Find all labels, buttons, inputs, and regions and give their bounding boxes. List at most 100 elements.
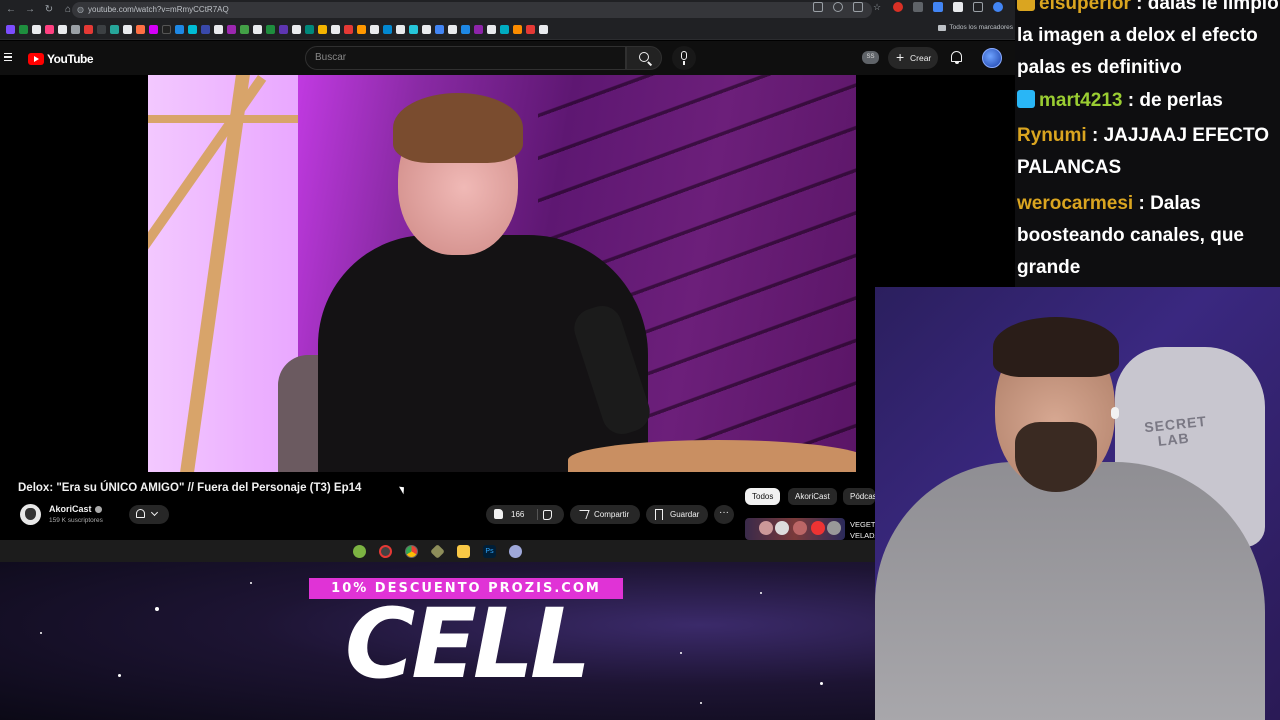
taskbar-app-icon[interactable] bbox=[353, 544, 366, 558]
star-icon[interactable]: ☆ bbox=[873, 2, 883, 12]
bookmark-icon[interactable] bbox=[136, 25, 145, 34]
profile-icon[interactable] bbox=[993, 2, 1003, 12]
bookmark-icon[interactable] bbox=[97, 25, 106, 34]
bookmark-icon[interactable] bbox=[396, 25, 405, 34]
share-button[interactable]: Compartir bbox=[570, 505, 640, 524]
bookmark-icon[interactable] bbox=[331, 25, 340, 34]
bookmark-icon[interactable] bbox=[305, 25, 314, 34]
reload-icon[interactable]: ↻ bbox=[41, 2, 57, 18]
bookmark-icon[interactable] bbox=[240, 25, 249, 34]
subscription-bell-button[interactable] bbox=[129, 505, 169, 524]
chip-todos[interactable]: Todos bbox=[745, 488, 781, 505]
search-button[interactable] bbox=[626, 46, 662, 70]
bookmark-icon[interactable] bbox=[84, 25, 93, 34]
site-info-icon[interactable]: ◍ bbox=[77, 2, 84, 18]
related-video-title[interactable]: VEGETTA VELADA bbox=[850, 519, 876, 541]
bookmark-icon[interactable] bbox=[266, 25, 275, 34]
youtube-logo[interactable]: YouTube bbox=[28, 52, 94, 66]
file-explorer-icon[interactable] bbox=[457, 544, 470, 558]
microphone-icon bbox=[681, 51, 687, 65]
related-face bbox=[759, 521, 773, 535]
related-face bbox=[827, 521, 841, 535]
bookmark-icon[interactable] bbox=[45, 25, 54, 34]
dislike-icon[interactable] bbox=[543, 510, 552, 520]
create-label: Crear bbox=[910, 53, 932, 63]
photoshop-icon[interactable]: Ps bbox=[483, 544, 496, 558]
share-page-icon[interactable] bbox=[853, 2, 863, 12]
more-actions-button[interactable]: ··· bbox=[714, 505, 734, 524]
plus-icon: + bbox=[896, 49, 905, 65]
bookmark-icon[interactable] bbox=[227, 25, 236, 34]
bookmark-icon[interactable] bbox=[71, 25, 80, 34]
notifications-icon[interactable] bbox=[951, 51, 962, 64]
bookmark-icon[interactable] bbox=[149, 25, 158, 34]
search-input[interactable]: Buscar bbox=[305, 46, 626, 70]
video-player[interactable] bbox=[148, 75, 856, 472]
channel-avatar[interactable] bbox=[20, 504, 41, 525]
create-button[interactable]: + Crear bbox=[888, 47, 938, 69]
bookmark-icon[interactable] bbox=[279, 25, 288, 34]
bookmark-icon[interactable] bbox=[32, 25, 41, 34]
bookmark-icon[interactable] bbox=[461, 25, 470, 34]
bookmark-icon[interactable] bbox=[162, 25, 171, 34]
bookmark-icon[interactable] bbox=[383, 25, 392, 34]
bookmark-icon[interactable] bbox=[487, 25, 496, 34]
account-avatar[interactable] bbox=[982, 48, 1002, 68]
bookmark-icon[interactable] bbox=[318, 25, 327, 34]
menu-icon[interactable] bbox=[4, 53, 12, 63]
save-button[interactable]: Guardar bbox=[646, 505, 708, 524]
save-label: Guardar bbox=[670, 510, 700, 519]
bookmark-icon[interactable] bbox=[188, 25, 197, 34]
earbud bbox=[1111, 407, 1119, 419]
related-video-thumbnail[interactable] bbox=[745, 518, 845, 540]
screenshot-icon[interactable] bbox=[813, 2, 823, 12]
channel-name[interactable]: AkoriCast bbox=[49, 504, 102, 514]
bookmark-icon[interactable] bbox=[292, 25, 301, 34]
chip-akoricast[interactable]: AkoriCast bbox=[788, 488, 837, 505]
bookmark-icon[interactable] bbox=[58, 25, 67, 34]
bookmark-icon[interactable] bbox=[422, 25, 431, 34]
forward-icon[interactable]: → bbox=[22, 2, 38, 18]
back-icon[interactable]: ← bbox=[3, 2, 19, 18]
extension-red-icon[interactable] bbox=[893, 2, 903, 12]
chrome-icon[interactable] bbox=[405, 544, 418, 558]
bookmark-icon[interactable] bbox=[370, 25, 379, 34]
bookmark-icon[interactable] bbox=[253, 25, 262, 34]
bookmark-icon[interactable] bbox=[344, 25, 353, 34]
bookmark-icon[interactable] bbox=[6, 25, 15, 34]
chip-podcasts[interactable]: Pódcasts bbox=[843, 488, 875, 505]
address-bar[interactable]: ◍ youtube.com/watch?v=mRmyCCtR7AQ bbox=[72, 2, 872, 18]
video-title: Delox: "Era su ÚNICO AMIGO" // Fuera del… bbox=[18, 482, 362, 494]
bookmark-icon[interactable] bbox=[123, 25, 132, 34]
taskbar-app-icon[interactable] bbox=[509, 544, 522, 558]
bookmark-icon[interactable] bbox=[357, 25, 366, 34]
bookmark-icon[interactable] bbox=[409, 25, 418, 34]
bookmark-icon[interactable] bbox=[214, 25, 223, 34]
extension-blue-icon[interactable] bbox=[933, 2, 943, 12]
chat-username: mart4213 bbox=[1039, 90, 1123, 111]
bookmark-icon[interactable] bbox=[513, 25, 522, 34]
bookmark-icon[interactable] bbox=[435, 25, 444, 34]
zoom-icon[interactable] bbox=[833, 2, 843, 12]
puzzle-icon[interactable] bbox=[973, 2, 983, 12]
like-icon[interactable] bbox=[494, 509, 503, 519]
bookmark-icon[interactable] bbox=[110, 25, 119, 34]
bookmark-icon[interactable] bbox=[175, 25, 184, 34]
ss-extension-badge[interactable]: SS bbox=[862, 51, 879, 64]
bookmark-icon[interactable] bbox=[448, 25, 457, 34]
bookmark-icon[interactable] bbox=[539, 25, 548, 34]
bookmark-icon[interactable] bbox=[201, 25, 210, 34]
like-count[interactable]: 166 bbox=[511, 505, 524, 524]
taskbar-app-icon[interactable] bbox=[379, 544, 392, 558]
extension-white-icon[interactable] bbox=[953, 2, 963, 12]
all-bookmarks-folder[interactable]: Todos los marcadores bbox=[938, 24, 1013, 31]
bookmark-icon[interactable] bbox=[526, 25, 535, 34]
voice-search-button[interactable] bbox=[672, 46, 696, 70]
taskbar-app-icon[interactable] bbox=[430, 543, 445, 559]
extension-icon[interactable] bbox=[913, 2, 923, 12]
search-icon bbox=[639, 52, 649, 62]
bookmark-icon[interactable] bbox=[474, 25, 483, 34]
bookmark-icon[interactable] bbox=[19, 25, 28, 34]
star bbox=[700, 702, 702, 704]
bookmark-icon[interactable] bbox=[500, 25, 509, 34]
